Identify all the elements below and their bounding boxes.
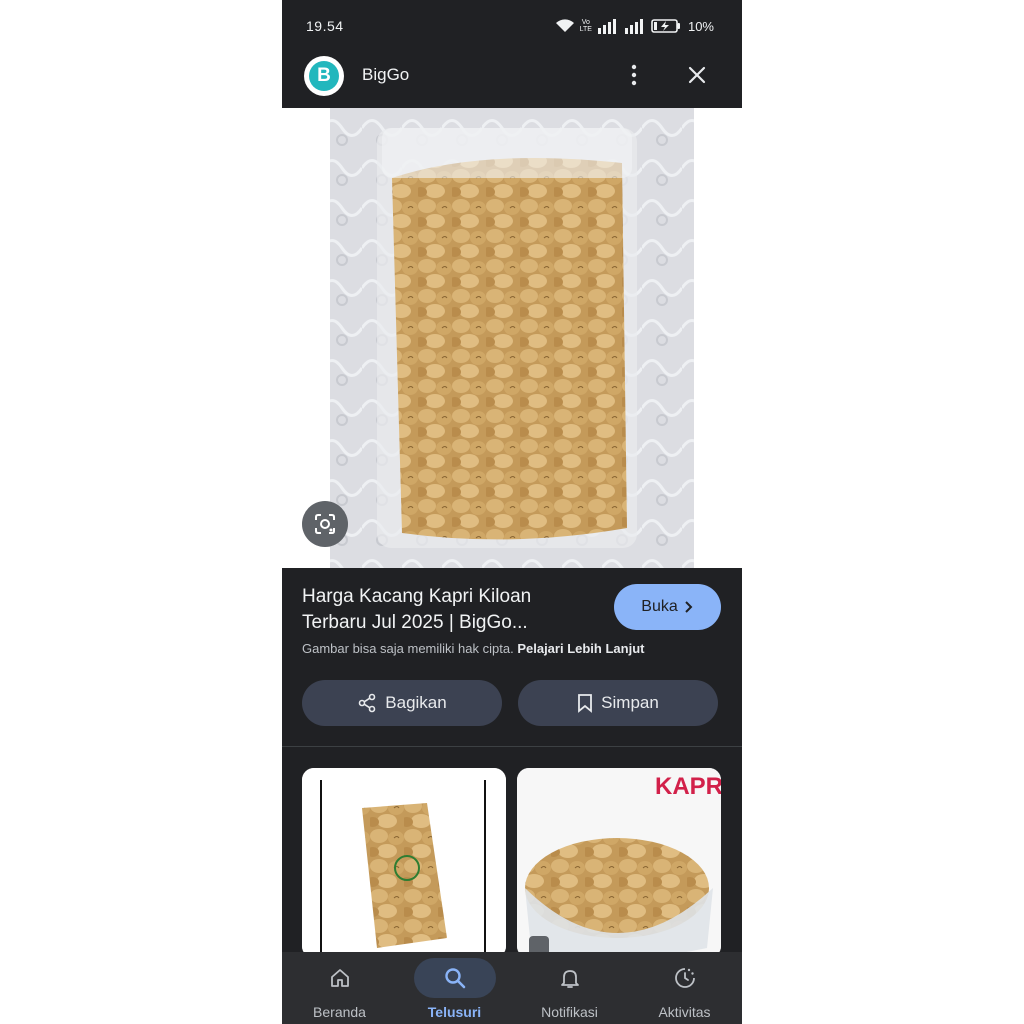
nav-label: Telusuri <box>427 1004 482 1020</box>
wifi-icon <box>555 19 574 32</box>
copyright-notice: Gambar bisa saja memiliki hak cipta. Pel… <box>302 641 644 656</box>
search-icon-wrap <box>413 958 496 998</box>
lens-search-button[interactable] <box>302 501 348 547</box>
more-options-button[interactable] <box>622 60 646 90</box>
share-button[interactable]: Bagikan <box>302 680 502 726</box>
peanut-bag-thumbnail <box>302 768 506 958</box>
chevron-right-icon <box>685 601 693 613</box>
nav-item-search[interactable]: Telusuri <box>397 952 512 1024</box>
copyright-text: Gambar bisa saja memiliki hak cipta. <box>302 641 514 656</box>
logo-letter: B <box>309 61 339 91</box>
nav-item-activity[interactable]: Aktivitas <box>627 952 742 1024</box>
bookmark-icon <box>578 694 593 713</box>
learn-more-link[interactable]: Pelajari Lebih Lanjut <box>517 641 644 656</box>
main-image[interactable] <box>282 108 742 568</box>
more-vert-icon <box>631 64 637 86</box>
status-bar: 19.54 Vo LTE 10% <box>282 0 742 50</box>
status-icons: Vo LTE 10% <box>555 16 714 36</box>
signal-icon <box>597 19 616 34</box>
search-icon <box>444 968 465 989</box>
close-icon <box>688 66 706 84</box>
section-divider <box>282 746 742 747</box>
status-time: 19.54 <box>306 18 344 34</box>
save-label: Simpan <box>601 693 659 712</box>
activity-icon-wrap <box>644 958 726 998</box>
related-image-card[interactable] <box>302 768 506 958</box>
volte-icon: Vo LTE <box>579 19 592 33</box>
share-label: Bagikan <box>385 693 447 712</box>
open-button[interactable]: Buka <box>614 584 721 630</box>
bell-icon-wrap <box>529 958 611 998</box>
app-title: BigGo <box>362 65 410 84</box>
bottom-navigation: Beranda Telusuri Notifikasi Aktivitas <box>282 952 742 1024</box>
app-bar: B BigGo <box>282 50 742 108</box>
phone-screen: 19.54 Vo LTE 10% B BigGo Harga Kacang Ka… <box>282 0 742 1024</box>
close-button[interactable] <box>682 60 712 90</box>
share-icon <box>358 693 376 713</box>
related-image-card[interactable]: KAPRI <box>517 768 721 958</box>
result-info: Harga Kacang Kapri Kiloan Terbaru Jul 20… <box>282 568 742 748</box>
nav-label: Aktivitas <box>658 1004 711 1020</box>
signal-icon <box>624 19 643 34</box>
peanut-bag-image <box>330 108 694 568</box>
activity-icon <box>674 968 695 988</box>
save-button[interactable]: Simpan <box>518 680 718 726</box>
home-icon <box>330 969 349 987</box>
battery-charging-icon <box>651 19 680 33</box>
bell-icon <box>560 970 579 988</box>
nav-label: Beranda <box>313 1004 366 1020</box>
google-lens-icon <box>315 514 335 534</box>
biggo-logo: B <box>304 56 344 96</box>
kapri-bowl-thumbnail: KAPRI <box>517 768 721 958</box>
kapri-label: KAPRI <box>655 773 721 800</box>
home-icon-wrap <box>299 958 381 998</box>
nav-label: Notifikasi <box>541 1004 598 1020</box>
open-label: Buka <box>641 598 678 615</box>
result-title[interactable]: Harga Kacang Kapri Kiloan Terbaru Jul 20… <box>302 584 587 636</box>
battery-percent: 10% <box>687 18 714 34</box>
nav-item-home[interactable]: Beranda <box>282 952 397 1024</box>
nav-item-notifications[interactable]: Notifikasi <box>512 952 627 1024</box>
